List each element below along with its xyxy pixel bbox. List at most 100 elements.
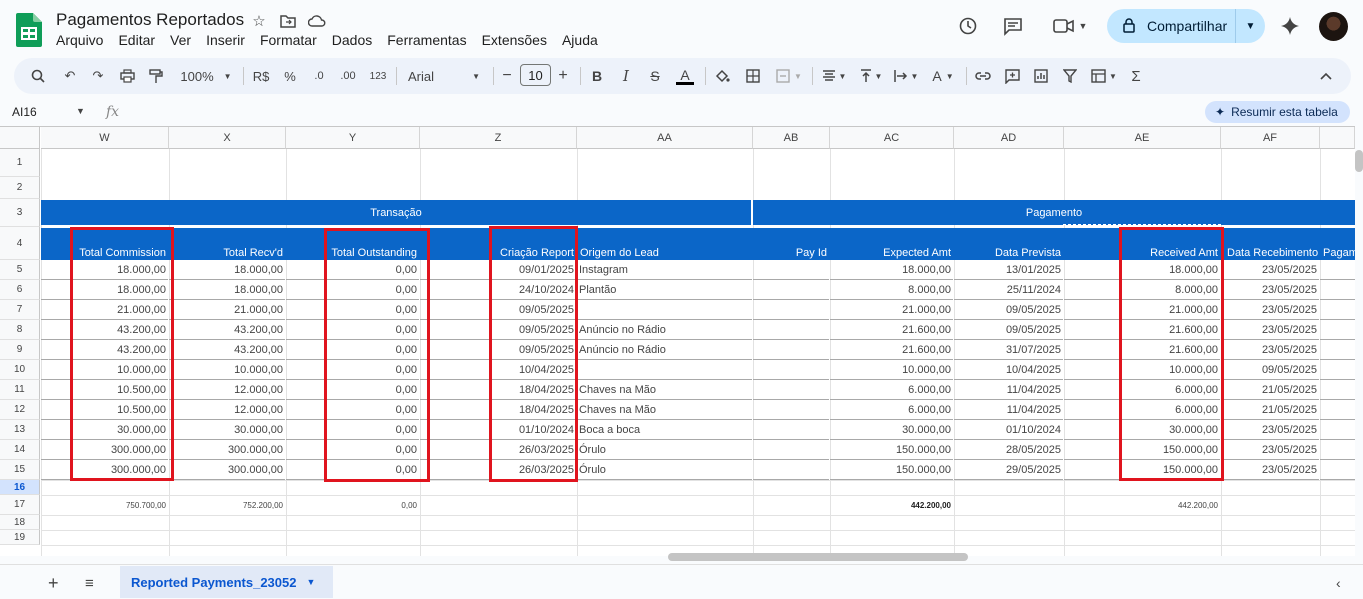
cell-aa-13[interactable]: Órulo — [577, 440, 752, 460]
redo-icon[interactable]: ↷ — [88, 64, 108, 88]
cell-w-11[interactable]: 10.500,00 — [41, 400, 168, 420]
cell-aa-10[interactable]: Chaves na Mão — [577, 380, 752, 400]
avatar[interactable] — [1319, 12, 1348, 41]
header-data-recebimento[interactable]: Data Recebimento — [1221, 228, 1319, 260]
cell-aa-8[interactable]: Anúncio no Rádio — [577, 340, 752, 360]
cell-partial-9[interactable] — [1320, 360, 1355, 380]
menu-ferramentas[interactable]: Ferramentas — [387, 32, 466, 48]
collapse-sheets-icon[interactable]: ‹ — [1336, 575, 1341, 591]
fill-color-icon[interactable] — [712, 64, 732, 88]
version-history-icon[interactable] — [956, 14, 980, 38]
row-header-14[interactable]: 14 — [0, 440, 40, 460]
cell-ad-5[interactable]: 25/11/2024 — [954, 280, 1063, 300]
cell-af-13[interactable]: 23/05/2025 — [1221, 440, 1319, 460]
cell-x-11[interactable]: 12.000,00 — [169, 400, 285, 420]
column-header-aa[interactable]: AA — [577, 127, 753, 149]
row-header-6[interactable]: 6 — [0, 280, 40, 300]
row-header-8[interactable]: 8 — [0, 320, 40, 340]
cell-x-8[interactable]: 43.200,00 — [169, 340, 285, 360]
sheets-logo-icon[interactable] — [16, 13, 42, 47]
cell-af-11[interactable]: 21/05/2025 — [1221, 400, 1319, 420]
cell-y-10[interactable]: 0,00 — [286, 380, 419, 400]
font-size-input[interactable]: 10 — [520, 64, 551, 86]
band-pagamento[interactable]: Pagamento — [753, 200, 1355, 225]
insert-chart-icon[interactable] — [1031, 64, 1051, 88]
row-header-15[interactable]: 15 — [0, 460, 40, 480]
cell-ae-12[interactable]: 30.000,00 — [1064, 420, 1220, 440]
cell-w-12[interactable]: 30.000,00 — [41, 420, 168, 440]
cell-ae-4[interactable]: 18.000,00 — [1064, 260, 1220, 280]
cell-z-13[interactable]: 26/03/2025 — [420, 440, 576, 460]
header-pay-id[interactable]: Pay Id — [753, 228, 829, 260]
cell-ad-13[interactable]: 28/05/2025 — [954, 440, 1063, 460]
cell-partial-5[interactable] — [1320, 280, 1355, 300]
row-header-17[interactable]: 17 — [0, 495, 40, 515]
cell-ab-14[interactable] — [753, 460, 829, 480]
cell-aa-12[interactable]: Boca a boca — [577, 420, 752, 440]
cell-y-4[interactable]: 0,00 — [286, 260, 419, 280]
cell-ad-7[interactable]: 09/05/2025 — [954, 320, 1063, 340]
header-data-prevista[interactable]: Data Prevista — [954, 228, 1063, 260]
cell-w-13[interactable]: 300.000,00 — [41, 440, 168, 460]
all-sheets-icon[interactable]: ≡ — [85, 575, 94, 592]
row-header-4[interactable]: 4 — [0, 227, 40, 260]
decrease-decimals-button[interactable]: .0 — [308, 64, 330, 88]
cell-ad-6[interactable]: 09/05/2025 — [954, 300, 1063, 320]
cell-partial-14[interactable] — [1320, 460, 1355, 480]
header-pagam[interactable]: Pagam — [1320, 228, 1355, 260]
collapse-toolbar-icon[interactable] — [1317, 64, 1335, 88]
cell-z-9[interactable]: 10/04/2025 — [420, 360, 576, 380]
header-criacao-report[interactable]: Criação Report — [420, 228, 576, 260]
cell-z-7[interactable]: 09/05/2025 — [420, 320, 576, 340]
spreadsheet-grid[interactable]: W X Y Z AA AB AC AD AE AF 1 2 3 4 5 6 7 8 9 10 11 12 13 14 15 16… — [0, 126, 1355, 556]
text-wrapping-icon[interactable]: ▼ — [891, 64, 921, 88]
cell-partial-8[interactable] — [1320, 340, 1355, 360]
cell-ac-8[interactable]: 21.600,00 — [830, 340, 953, 360]
paint-format-icon[interactable] — [146, 64, 166, 88]
cell-ae-13[interactable]: 150.000,00 — [1064, 440, 1220, 460]
band-transacao[interactable]: Transação — [41, 200, 751, 225]
print-icon[interactable] — [117, 64, 137, 88]
cell-ae-6[interactable]: 21.000,00 — [1064, 300, 1220, 320]
cell-ae-5[interactable]: 8.000,00 — [1064, 280, 1220, 300]
cell-ab-7[interactable] — [753, 320, 829, 340]
cell-af-5[interactable]: 23/05/2025 — [1221, 280, 1319, 300]
menu-extensoes[interactable]: Extensões — [482, 32, 547, 48]
insert-link-icon[interactable] — [973, 64, 993, 88]
column-header-ad[interactable]: AD — [954, 127, 1064, 149]
cell-partial-4[interactable] — [1320, 260, 1355, 280]
cell-ad-10[interactable]: 11/04/2025 — [954, 380, 1063, 400]
cell-w-8[interactable]: 43.200,00 — [41, 340, 168, 360]
cell-aa-11[interactable]: Chaves na Mão — [577, 400, 752, 420]
menu-dados[interactable]: Dados — [332, 32, 372, 48]
menu-inserir[interactable]: Inserir — [206, 32, 245, 48]
cell-ad-14[interactable]: 29/05/2025 — [954, 460, 1063, 480]
cell-partial-12[interactable] — [1320, 420, 1355, 440]
font-select[interactable]: Arial ▼ — [408, 64, 480, 88]
menu-editar[interactable]: Editar — [118, 32, 155, 48]
column-header-z[interactable]: Z — [420, 127, 577, 149]
cell-af-6[interactable]: 23/05/2025 — [1221, 300, 1319, 320]
insert-comment-icon[interactable] — [1002, 64, 1022, 88]
cell-aa-9[interactable] — [577, 360, 752, 380]
cell-partial-7[interactable] — [1320, 320, 1355, 340]
header-expected-amt[interactable]: Expected Amt — [830, 228, 953, 260]
star-icon[interactable]: ☆ — [250, 12, 268, 30]
meet-icon[interactable]: ▼ — [1050, 14, 1090, 38]
text-color-icon[interactable]: A — [675, 64, 695, 88]
italic-icon[interactable]: I — [617, 64, 635, 88]
cell-z-14[interactable]: 26/03/2025 — [420, 460, 576, 480]
cell-partial-13[interactable] — [1320, 440, 1355, 460]
cell-z-5[interactable]: 24/10/2024 — [420, 280, 576, 300]
bold-icon[interactable]: B — [588, 64, 606, 88]
search-menus-icon[interactable] — [28, 64, 48, 88]
cloud-status-icon[interactable] — [308, 12, 326, 30]
filter-views-icon[interactable]: ▼ — [1087, 64, 1121, 88]
row-header-9[interactable]: 9 — [0, 340, 40, 360]
borders-icon[interactable] — [743, 64, 763, 88]
cell-ac-6[interactable]: 21.000,00 — [830, 300, 953, 320]
cell-z-4[interactable]: 09/01/2025 — [420, 260, 576, 280]
cell-ab-13[interactable] — [753, 440, 829, 460]
cell-aa-14[interactable]: Órulo — [577, 460, 752, 480]
cell-ab-6[interactable] — [753, 300, 829, 320]
